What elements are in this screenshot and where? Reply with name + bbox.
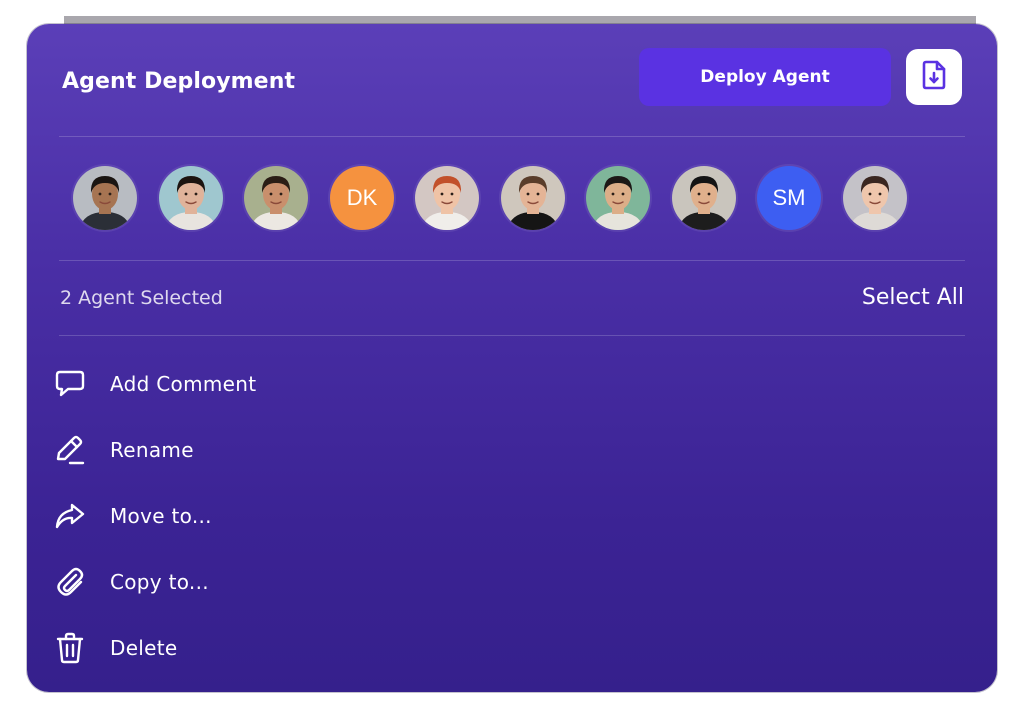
header-divider (59, 136, 965, 137)
menu-item-label: Move to... (110, 504, 212, 528)
menu-item-delete[interactable]: Delete (53, 628, 353, 668)
agent-avatar-2[interactable] (159, 166, 223, 230)
selection-divider (59, 335, 965, 336)
agent-deployment-card: Agent Deployment Deploy Agent DK SM 2 Age… (27, 24, 997, 692)
avatars-divider (59, 260, 965, 261)
menu-item-label: Add Comment (110, 372, 257, 396)
selected-count-label: 2 Agent Selected (60, 287, 223, 309)
pencil-icon (53, 433, 87, 467)
agent-avatar-3[interactable] (244, 166, 308, 230)
person-portrait-icon (843, 166, 907, 230)
person-portrait-icon (415, 166, 479, 230)
page-title: Agent Deployment (62, 69, 296, 94)
menu-item-add-comment[interactable]: Add Comment (53, 364, 353, 404)
person-portrait-icon (501, 166, 565, 230)
menu-item-label: Delete (110, 636, 178, 660)
trash-icon (53, 631, 87, 665)
comment-icon (53, 367, 87, 401)
agent-avatar-5[interactable] (415, 166, 479, 230)
download-file-button[interactable] (906, 49, 962, 105)
deploy-agent-button[interactable]: Deploy Agent (639, 48, 891, 106)
person-portrait-icon (159, 166, 223, 230)
file-download-icon (921, 60, 947, 94)
person-portrait-icon (73, 166, 137, 230)
agent-avatar-initials[interactable]: DK (330, 166, 394, 230)
avatar-initials-text: DK (346, 185, 378, 210)
agent-avatar-10[interactable] (843, 166, 907, 230)
avatar-initials-text: SM (772, 185, 806, 210)
person-portrait-icon (244, 166, 308, 230)
paperclip-icon (53, 565, 87, 599)
person-portrait-icon (672, 166, 736, 230)
deploy-agent-button-label: Deploy Agent (700, 67, 830, 87)
menu-item-move-to[interactable]: Move to... (53, 496, 353, 536)
agent-avatar-7[interactable] (586, 166, 650, 230)
select-all-link[interactable]: Select All (862, 285, 964, 310)
agent-avatar-1[interactable] (73, 166, 137, 230)
menu-item-label: Rename (110, 438, 194, 462)
share-arrow-icon (53, 499, 87, 533)
menu-item-label: Copy to... (110, 570, 209, 594)
person-portrait-icon (586, 166, 650, 230)
menu-item-copy-to[interactable]: Copy to... (53, 562, 353, 602)
agent-avatar-initials[interactable]: SM (757, 166, 821, 230)
menu-item-rename[interactable]: Rename (53, 430, 353, 470)
agent-avatar-8[interactable] (672, 166, 736, 230)
agent-avatar-6[interactable] (501, 166, 565, 230)
